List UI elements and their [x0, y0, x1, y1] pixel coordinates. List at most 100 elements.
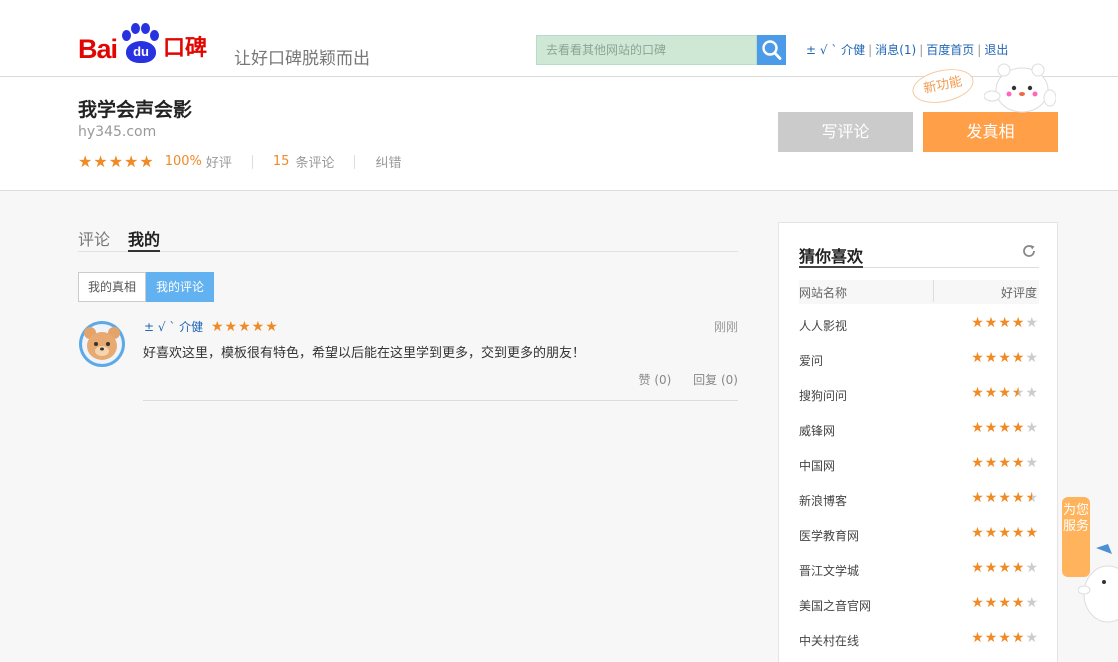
write-review-button[interactable]: 写评论 — [778, 112, 913, 152]
messages-link[interactable]: 消息(1) — [875, 43, 916, 57]
list-item[interactable]: 中国网 ★★★★★ — [799, 453, 1039, 488]
post-truth-button[interactable]: 发真相 — [923, 112, 1058, 152]
divider — [251, 154, 253, 169]
list-item[interactable]: 中关村在线 ★★★★★ — [799, 628, 1039, 662]
star-icon: ★ — [1011, 490, 1026, 506]
mascot-icon — [984, 63, 1056, 113]
star-icon: ★ — [1025, 315, 1039, 331]
logout-link[interactable]: 退出 — [984, 43, 1008, 57]
star-icon: ★ — [984, 315, 999, 331]
baidu-koubei-logo[interactable]: Bai du 口碑 — [78, 22, 207, 66]
refresh-icon[interactable] — [1021, 243, 1037, 259]
rating-stars: ★★★★★ — [971, 490, 1039, 506]
rating-stars: ★★★★★ — [971, 525, 1039, 541]
list-item[interactable]: 人人影视 ★★★★★ — [799, 313, 1039, 348]
search-icon — [762, 40, 782, 60]
star-icon: ★ — [1025, 560, 1039, 576]
site-name-link[interactable]: 晋江文学城 — [799, 562, 859, 579]
star-icon: ★ — [1025, 420, 1039, 436]
rating-stars: ★★★★★ — [971, 385, 1039, 401]
rating-stars: ★★★★★ — [971, 630, 1039, 646]
star-icon: ★ — [984, 455, 999, 471]
list-item[interactable]: 搜狗问问 ★★★★★ — [799, 383, 1039, 418]
list-item[interactable]: 医学教育网 ★★★★★ — [799, 523, 1039, 558]
star-icon: ★ — [1011, 595, 1026, 611]
star-icon: ★ — [998, 420, 1012, 436]
review-actions: 赞 (0) 回复 (0) — [639, 371, 738, 388]
site-domain[interactable]: hy345.com — [78, 124, 156, 140]
column-header-rating: 好评度 — [1000, 286, 1037, 300]
site-name-link[interactable]: 搜狗问问 — [799, 387, 847, 404]
review-author: ± √ ˋ 介健 ★★★★★ — [144, 318, 279, 335]
star-icon: ★ — [1025, 490, 1039, 506]
divider — [354, 154, 356, 169]
review-count[interactable]: 15 — [273, 154, 290, 169]
star-icon: ★ — [1025, 595, 1039, 611]
sub-tabs: 我的真相 我的评论 — [78, 272, 215, 302]
star-icon: ★ — [971, 420, 985, 436]
tab-comments[interactable]: 评论 — [78, 226, 110, 250]
site-title: 我学会声会影 — [78, 99, 193, 121]
star-icon: ★ — [984, 420, 999, 436]
review-author-name[interactable]: ± √ ˋ 介健 — [144, 320, 203, 334]
divider — [143, 400, 738, 401]
star-icon: ★ — [984, 595, 999, 611]
positive-label: 好评 — [205, 156, 232, 171]
logo-koubei: 口碑 — [163, 36, 208, 61]
report-error-link[interactable]: 纠错 — [375, 152, 401, 171]
list-item[interactable]: 美国之音官网 ★★★★★ — [799, 593, 1039, 628]
rating-stars: ★★★★★ — [971, 560, 1039, 576]
star-icon: ★ — [984, 385, 999, 401]
username-link[interactable]: ± √ ˋ 介健 — [806, 43, 865, 57]
site-name-link[interactable]: 爱问 — [799, 352, 823, 369]
subtab-my-reviews[interactable]: 我的评论 — [146, 272, 215, 302]
star-icon: ★ — [1025, 350, 1039, 366]
star-icon: ★ — [998, 490, 1012, 506]
site-name-link[interactable]: 人人影视 — [799, 317, 847, 334]
site-name-link[interactable]: 威锋网 — [799, 422, 835, 439]
recommendation-sidebar: 猜你喜欢 网站名称 好评度 人人影视 ★★★★★ 爱问 ★★★★★ 搜狗问问 ★★★★★ 威… — [778, 222, 1058, 662]
search-box — [536, 35, 786, 65]
review-rating-stars: ★★★★★ — [210, 319, 279, 335]
site-rating-stars: ★★★★★ — [78, 152, 155, 171]
avatar[interactable] — [78, 320, 126, 368]
review-count-label[interactable]: 条评论 — [295, 152, 334, 171]
star-icon: ★ — [984, 350, 999, 366]
star-icon: ★ — [971, 595, 985, 611]
positive-rate: 100% — [164, 154, 202, 169]
subtab-my-truths[interactable]: 我的真相 — [78, 272, 147, 302]
site-name-link[interactable]: 中关村在线 — [799, 632, 859, 649]
list-item[interactable]: 新浪博客 ★★★★★ — [799, 488, 1039, 523]
star-icon: ★ — [998, 455, 1012, 471]
star-icon: ★ — [1025, 385, 1039, 401]
rating-stars: ★★★★★ — [971, 350, 1039, 366]
slogan: 让好口碑脱颖而出 — [234, 49, 370, 69]
list-item[interactable]: 爱问 ★★★★★ — [799, 348, 1039, 383]
star-icon: ★ — [1025, 630, 1039, 646]
logo-bai: Bai — [78, 34, 118, 64]
site-name-link[interactable]: 医学教育网 — [799, 527, 859, 544]
site-name-link[interactable]: 美国之音官网 — [799, 597, 871, 614]
user-links: ± √ ˋ 介健 | 消息(1) | 百度首页 | 退出 — [806, 43, 1009, 57]
site-name-link[interactable]: 新浪博客 — [799, 492, 847, 509]
list-item[interactable]: 晋江文学城 ★★★★★ — [799, 558, 1039, 593]
review-item: ± √ ˋ 介健 ★★★★★ 刚刚 好喜欢这里，模板很有特色，希望以后能在这里学… — [78, 318, 738, 402]
search-input[interactable] — [536, 35, 757, 65]
star-icon: ★ — [971, 560, 985, 576]
search-button[interactable] — [757, 35, 786, 65]
like-button[interactable]: 赞 (0) — [639, 373, 672, 387]
logo-du: du — [126, 41, 157, 63]
list-item[interactable]: 威锋网 ★★★★★ — [799, 418, 1039, 453]
star-icon: ★ — [1011, 455, 1026, 471]
star-icon: ★ — [971, 315, 985, 331]
baidu-home-link[interactable]: 百度首页 — [926, 43, 974, 57]
star-icon: ★ — [1011, 385, 1026, 401]
star-icon: ★ — [1011, 315, 1026, 331]
paw-icon: du — [118, 22, 162, 66]
reply-button[interactable]: 回复 (0) — [693, 373, 738, 387]
site-name-link[interactable]: 中国网 — [799, 457, 835, 474]
star-icon: ★ — [971, 455, 985, 471]
star-icon: ★ — [971, 525, 985, 541]
tab-mine[interactable]: 我的 — [128, 226, 161, 252]
star-icon: ★ — [984, 525, 999, 541]
